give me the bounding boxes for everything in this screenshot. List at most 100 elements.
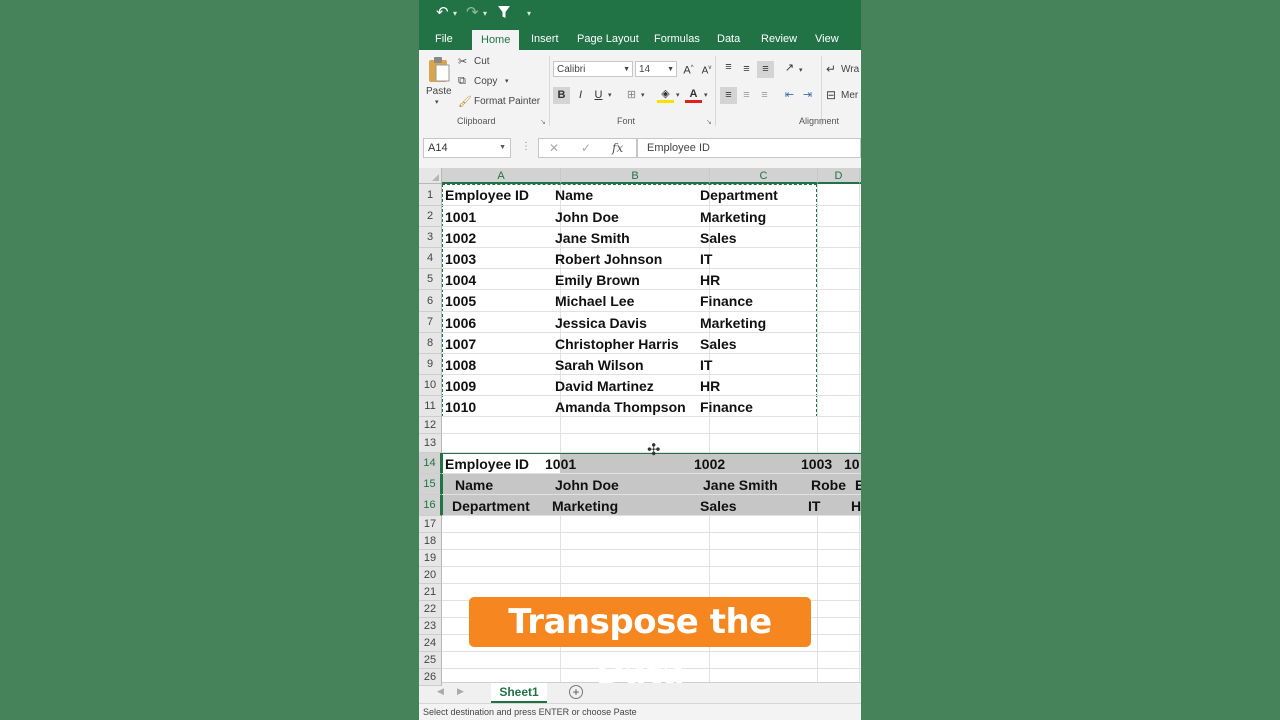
transposed-cell[interactable]: Marketing	[552, 495, 710, 516]
row-header[interactable]: 2	[419, 206, 442, 227]
top-align-icon[interactable]: ≡	[720, 59, 737, 76]
table-cell[interactable]: HR	[700, 375, 818, 396]
transposed-cell[interactable]: Name	[455, 474, 561, 495]
copy-icon[interactable]: ⧉	[458, 75, 466, 88]
paste-button[interactable]: Paste	[426, 86, 452, 97]
table-cell[interactable]: 1009	[445, 375, 561, 396]
table-cell[interactable]: Finance	[700, 290, 818, 312]
table-cell[interactable]: Jane Smith	[555, 227, 710, 248]
table-cell[interactable]: Sales	[700, 227, 818, 248]
row-header[interactable]: 5	[419, 269, 442, 290]
underline-dropdown-icon[interactable]: ▾	[608, 91, 612, 99]
italic-button[interactable]: I	[572, 87, 589, 104]
table-cell[interactable]: Sarah Wilson	[555, 354, 710, 375]
table-cell[interactable]: David Martinez	[555, 375, 710, 396]
table-cell[interactable]: Emily Brown	[555, 269, 710, 290]
transposed-cell[interactable]: E	[855, 474, 861, 495]
align-center-icon[interactable]: ≡	[738, 87, 755, 104]
row-header[interactable]: 11	[419, 396, 442, 417]
tab-formulas[interactable]: Formulas	[654, 28, 700, 50]
font-launcher-icon[interactable]: ↘	[706, 118, 712, 126]
bottom-align-icon[interactable]: ≡	[757, 61, 774, 78]
table-cell[interactable]: 1007	[445, 333, 561, 354]
transposed-cell[interactable]: 10	[844, 453, 861, 474]
row-header[interactable]: 22	[419, 601, 442, 618]
row-header[interactable]: 4	[419, 248, 442, 269]
column-header-b[interactable]: B	[561, 168, 710, 184]
tab-view[interactable]: View	[815, 28, 839, 50]
customize-toolbar-icon[interactable]: ▾	[527, 9, 531, 18]
row-header[interactable]: 6	[419, 290, 442, 312]
cut-button[interactable]: Cut	[474, 56, 490, 67]
undo-icon[interactable]: ↶	[436, 4, 449, 22]
table-cell[interactable]: Michael Lee	[555, 290, 710, 312]
grow-font-button[interactable]: A^	[680, 60, 697, 77]
scissors-icon[interactable]: ✂	[458, 55, 467, 68]
underline-button[interactable]: U	[590, 87, 607, 104]
merge-center-icon[interactable]: ⊟	[826, 88, 836, 102]
fill-color-icon[interactable]: ◈	[657, 86, 674, 103]
redo-icon[interactable]: ↷	[466, 4, 479, 22]
row-header[interactable]: 25	[419, 652, 442, 669]
borders-dropdown-icon[interactable]: ▾	[641, 91, 645, 99]
paste-icon[interactable]	[427, 56, 451, 84]
increase-indent-icon[interactable]: ⇥	[799, 87, 816, 104]
tab-home[interactable]: Home	[472, 30, 520, 50]
column-header-a[interactable]: A	[442, 168, 561, 184]
font-color-button[interactable]: A	[685, 86, 702, 103]
column-header-c[interactable]: C	[710, 168, 818, 184]
borders-icon[interactable]: ⊞	[623, 87, 640, 104]
row-header[interactable]: 13	[419, 434, 442, 453]
sheet-tab-sheet1[interactable]: Sheet1	[491, 683, 547, 703]
tab-insert[interactable]: Insert	[531, 28, 559, 50]
table-cell[interactable]: Robert Johnson	[555, 248, 710, 269]
font-size-select[interactable]: 14 ▼	[635, 61, 677, 77]
paste-dropdown-icon[interactable]: ▾	[435, 98, 439, 106]
table-cell[interactable]: IT	[700, 248, 818, 269]
row-header[interactable]: 8	[419, 333, 442, 354]
formula-input[interactable]: Employee ID	[637, 138, 861, 158]
align-right-icon[interactable]: ≡	[756, 87, 773, 104]
table-cell[interactable]: Marketing	[700, 312, 818, 333]
shrink-font-button[interactable]: Av	[698, 60, 715, 77]
redo-dropdown-icon[interactable]: ▾	[483, 9, 487, 18]
column-header-d[interactable]: D	[818, 168, 860, 184]
table-cell[interactable]: Sales	[700, 333, 818, 354]
insert-function-button[interactable]: fx	[612, 141, 623, 155]
bold-button[interactable]: B	[553, 87, 570, 104]
transposed-cell[interactable]: Sales	[700, 495, 818, 516]
transposed-cell[interactable]: John Doe	[555, 474, 710, 495]
merge-center-button[interactable]: Mer	[841, 90, 858, 101]
transposed-cell[interactable]: H	[851, 495, 861, 516]
tab-review[interactable]: Review	[761, 28, 797, 50]
orientation-icon[interactable]: ↗	[781, 60, 798, 77]
table-cell[interactable]: Marketing	[700, 206, 818, 227]
row-header[interactable]: 7	[419, 312, 442, 333]
table-cell[interactable]: HR	[700, 269, 818, 290]
table-cell[interactable]: 1001	[445, 206, 561, 227]
row-header[interactable]: 16	[419, 495, 442, 516]
tab-page-layout[interactable]: Page Layout	[577, 28, 639, 50]
row-header[interactable]: 26	[419, 669, 442, 686]
row-header[interactable]: 10	[419, 375, 442, 396]
clipboard-launcher-icon[interactable]: ↘	[540, 118, 546, 126]
tab-data[interactable]: Data	[717, 28, 740, 50]
middle-align-icon[interactable]: ≡	[738, 61, 755, 78]
select-all-button[interactable]	[419, 168, 442, 184]
row-header[interactable]: 23	[419, 618, 442, 635]
table-cell[interactable]: 1005	[445, 290, 561, 312]
table-cell[interactable]: Amanda Thompson	[555, 396, 710, 417]
next-sheet-icon[interactable]: ▶	[457, 686, 464, 697]
table-cell[interactable]: Jessica Davis	[555, 312, 710, 333]
font-name-select[interactable]: Calibri ▼	[553, 61, 633, 77]
wrap-text-button[interactable]: Wra	[841, 64, 859, 75]
add-sheet-icon[interactable]: +	[569, 685, 583, 699]
copy-dropdown-icon[interactable]: ▾	[505, 77, 509, 85]
filter-icon[interactable]	[497, 5, 511, 24]
row-header[interactable]: 20	[419, 567, 442, 584]
table-header-cell[interactable]: Department	[700, 184, 818, 206]
table-cell[interactable]: 1002	[445, 227, 561, 248]
transposed-cell[interactable]: 1001	[545, 453, 710, 474]
transposed-cell[interactable]: Employee ID	[445, 453, 561, 474]
transposed-cell[interactable]: Jane Smith	[703, 474, 818, 495]
